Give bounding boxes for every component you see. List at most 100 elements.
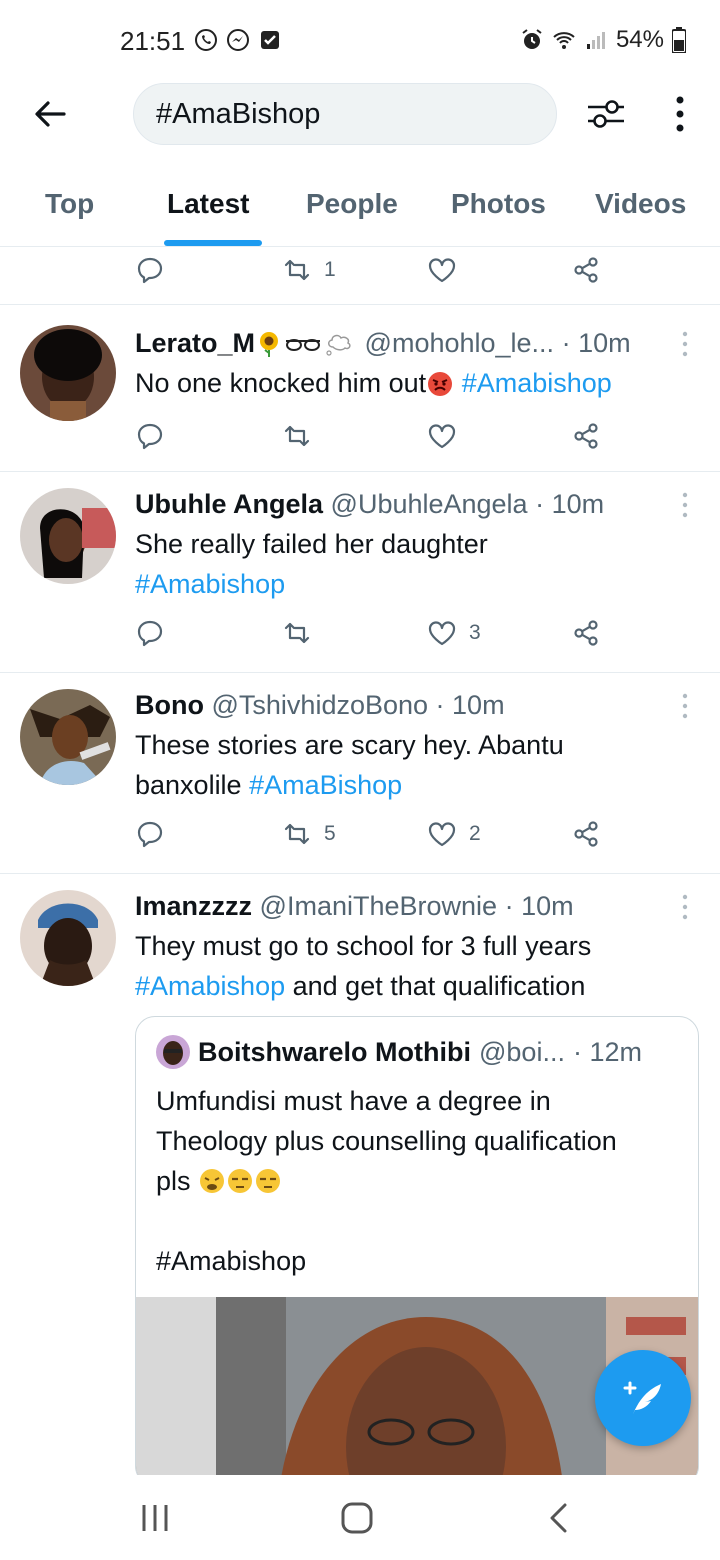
share-icon <box>574 821 598 847</box>
hashtag-link[interactable]: #Amabishop <box>462 368 612 398</box>
retweet-count: 1 <box>324 258 336 281</box>
quoted-hashtag: #Amabishop <box>156 1246 307 1276</box>
back-arrow-icon[interactable] <box>30 94 70 134</box>
reply-button[interactable] <box>135 421 165 451</box>
like-count: 2 <box>469 822 481 845</box>
user-handle[interactable]: @UbuhleAngela <box>331 489 528 519</box>
avatar[interactable] <box>20 890 116 986</box>
like-icon <box>428 621 456 646</box>
tweet-header: Bono @TshivhidzoBono · 10m <box>135 685 675 725</box>
like-button[interactable] <box>427 421 457 451</box>
tweet-more-icon[interactable] <box>680 691 690 721</box>
like-button[interactable] <box>427 255 457 285</box>
retweet-count: 5 <box>324 822 336 845</box>
tab-videos[interactable]: Videos <box>595 188 686 220</box>
search-input[interactable]: #AmaBishop <box>133 83 557 145</box>
reply-button[interactable] <box>135 255 165 285</box>
tweet-feed[interactable]: 1 Lerato_M @mohohlo_le... · 10m No one k… <box>0 247 720 1475</box>
avatar[interactable] <box>20 689 116 785</box>
notification-icons <box>194 28 282 52</box>
tweet-body-line2: and get that qualification <box>292 971 586 1001</box>
quoted-user-handle: @boi... <box>479 1037 565 1067</box>
tab-top[interactable]: Top <box>45 188 94 220</box>
tweet-actions: 1 <box>0 255 720 295</box>
tab-photos[interactable]: Photos <box>451 188 546 220</box>
tweet-body-line1: These stories are scary hey. Abantu <box>135 730 564 760</box>
share-icon <box>574 423 598 449</box>
like-button[interactable]: 3 <box>427 618 481 648</box>
tweet-body: No one knocked him out <box>135 368 427 398</box>
tweet-body-line2: banxolile <box>135 770 242 800</box>
retweet-button[interactable] <box>282 421 312 451</box>
display-name[interactable]: Imanzzzz <box>135 891 252 921</box>
quoted-avatar <box>156 1035 190 1069</box>
share-button[interactable] <box>571 421 601 451</box>
user-handle[interactable]: @mohohlo_le... <box>365 328 555 358</box>
like-icon <box>428 258 456 283</box>
tweet-card[interactable]: Lerato_M @mohohlo_le... · 10m No one kno… <box>0 323 720 471</box>
retweet-icon <box>284 259 310 281</box>
hashtag-link[interactable]: #AmaBishop <box>249 770 402 800</box>
user-handle[interactable]: @ImaniTheBrownie <box>260 891 498 921</box>
messenger-icon <box>227 29 249 51</box>
retweet-button[interactable]: 5 <box>282 819 336 849</box>
tweet-more-icon[interactable] <box>680 490 690 520</box>
like-icon <box>428 822 456 847</box>
search-query: #AmaBishop <box>156 97 321 130</box>
divider <box>0 672 720 673</box>
status-bar: 21:51 54% <box>0 0 720 80</box>
tweet-text: These stories are scary hey. Abantu banx… <box>135 725 695 805</box>
recent-apps-icon[interactable] <box>135 1501 175 1535</box>
share-button[interactable] <box>571 618 601 648</box>
quoted-tweet-text: Umfundisi must have a degree in Theology… <box>156 1081 686 1281</box>
user-handle[interactable]: @TshivhidzoBono <box>212 690 429 720</box>
quoted-body-line1: Umfundisi must have a degree in <box>156 1086 551 1116</box>
glasses-icon <box>286 339 321 351</box>
whatsapp-icon <box>195 29 217 51</box>
tweet-text: They must go to school for 3 full years … <box>135 926 695 1006</box>
tweet-time: · 10m <box>561 328 631 358</box>
system-icons: 54% <box>520 26 686 54</box>
share-button[interactable] <box>571 255 601 285</box>
retweet-button[interactable]: 1 <box>282 255 336 285</box>
tab-latest[interactable]: Latest <box>167 188 249 220</box>
share-icon <box>574 257 598 283</box>
retweet-button[interactable] <box>282 618 312 648</box>
tweet-time: · 10m <box>504 891 574 921</box>
divider <box>0 471 720 472</box>
reply-button[interactable] <box>135 819 165 849</box>
quoted-display-name: Boitshwarelo Mothibi <box>198 1037 471 1067</box>
share-button[interactable] <box>571 819 601 849</box>
tweet-card[interactable]: Bono @TshivhidzoBono · 10m These stories… <box>0 685 720 871</box>
filter-icon[interactable] <box>584 94 628 134</box>
tab-people[interactable]: People <box>306 188 398 220</box>
hashtag-link[interactable]: #Amabishop <box>135 971 285 1001</box>
sunflower-icon <box>260 332 279 357</box>
avatar[interactable] <box>20 325 116 421</box>
compose-tweet-button[interactable] <box>595 1350 691 1446</box>
more-vertical-icon[interactable] <box>670 94 690 134</box>
back-nav-icon[interactable] <box>540 1501 580 1535</box>
home-icon[interactable] <box>337 1501 377 1535</box>
tweet-body-line1: They must go to school for 3 full years <box>135 931 592 961</box>
like-button[interactable]: 2 <box>427 819 481 849</box>
tweet-time: · 10m <box>435 690 505 720</box>
display-name[interactable]: Ubuhle Angela <box>135 489 323 519</box>
weary-face-icon <box>200 1169 225 1193</box>
tweet-body: She really failed her daughter <box>135 529 488 559</box>
hashtag-link[interactable]: #Amabishop <box>135 564 695 604</box>
avatar[interactable] <box>20 488 116 584</box>
tweet-text: She really failed her daughter #Amabisho… <box>135 524 695 604</box>
search-tabs: Top Latest People Photos Videos <box>0 170 720 247</box>
tweet-more-icon[interactable] <box>680 329 690 359</box>
tweet-more-icon[interactable] <box>680 892 690 922</box>
tweet-card[interactable]: Ubuhle Angela @UbuhleAngela · 10m She re… <box>0 484 720 670</box>
retweet-icon <box>284 823 310 845</box>
reply-button[interactable] <box>135 618 165 648</box>
status-time: 21:51 <box>120 26 186 56</box>
display-name[interactable]: Bono <box>135 690 204 720</box>
battery-icon <box>672 27 686 53</box>
quoted-tweet-time: · 12m <box>572 1037 642 1067</box>
unamused-face-icon <box>228 1169 253 1193</box>
display-name[interactable]: Lerato_M <box>135 328 255 358</box>
